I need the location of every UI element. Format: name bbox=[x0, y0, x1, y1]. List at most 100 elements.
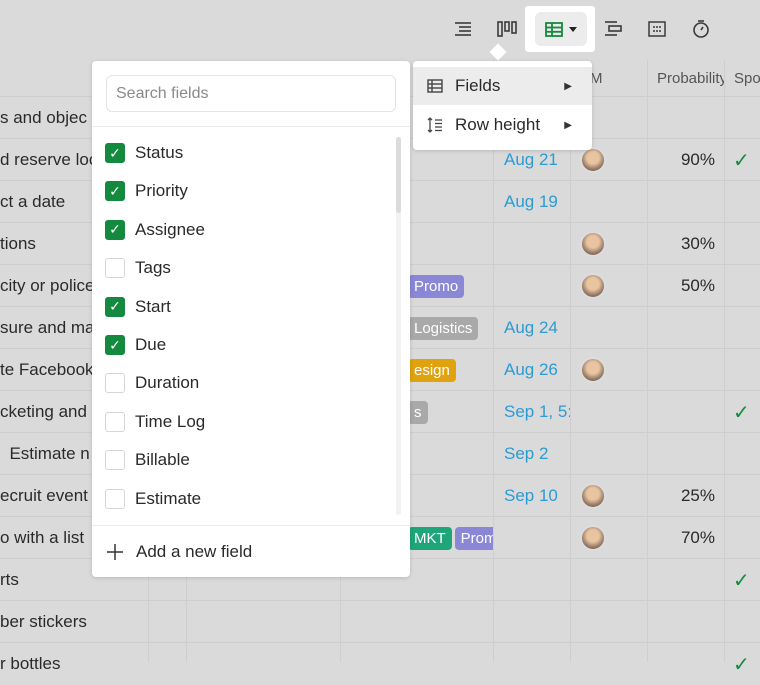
row-height-icon bbox=[427, 117, 442, 133]
fields-panel: ✓ Status ✓ Priority ✓ Assignee Tags ✓ Start ✓ Due D… bbox=[92, 61, 410, 577]
board-view-icon[interactable] bbox=[496, 18, 518, 40]
plus-icon bbox=[107, 544, 123, 560]
avatar bbox=[580, 265, 610, 307]
tags-cell[interactable]: MKT Prom bbox=[408, 517, 493, 559]
checkbox[interactable] bbox=[105, 450, 125, 471]
menu-item-fields[interactable]: Fields ▶ bbox=[413, 67, 592, 105]
checkbox[interactable] bbox=[105, 258, 125, 279]
field-option-start[interactable]: ✓ Start bbox=[105, 292, 171, 322]
probability-value[interactable]: 25% bbox=[647, 475, 715, 517]
column-divider bbox=[570, 60, 571, 662]
calendar-view-icon[interactable] bbox=[646, 18, 668, 40]
table-view-button[interactable] bbox=[535, 12, 587, 46]
due-date[interactable]: Aug 24 bbox=[504, 307, 570, 349]
avatar-image bbox=[580, 525, 606, 551]
checkbox[interactable] bbox=[105, 488, 125, 509]
search-fields-input[interactable] bbox=[106, 75, 396, 112]
menu-item-label: Row height bbox=[455, 115, 541, 134]
checkbox[interactable]: ✓ bbox=[105, 296, 125, 317]
field-option-tags[interactable]: Tags bbox=[105, 253, 171, 283]
probability-value[interactable]: 70% bbox=[647, 517, 715, 559]
field-label: Start bbox=[135, 296, 171, 316]
scrollbar-thumb[interactable] bbox=[396, 137, 401, 213]
checkbox[interactable] bbox=[105, 411, 125, 432]
chevron-right-icon: ▶ bbox=[564, 80, 572, 92]
tag-badge: Logistics bbox=[408, 316, 479, 340]
checkbox[interactable] bbox=[105, 373, 125, 394]
field-option-billable[interactable]: Billable bbox=[105, 445, 190, 475]
field-label: Priority bbox=[135, 181, 188, 201]
due-date[interactable]: Sep 2 bbox=[504, 433, 570, 475]
field-label: Due bbox=[135, 335, 167, 354]
tag-badge: esign bbox=[408, 358, 456, 382]
checkbox[interactable]: ✓ bbox=[105, 335, 125, 355]
chevron-down-icon bbox=[569, 26, 577, 32]
field-label: Billable bbox=[135, 450, 190, 470]
stopwatch-icon[interactable] bbox=[690, 18, 712, 40]
gantt-view-icon[interactable] bbox=[602, 18, 624, 40]
avatar-image bbox=[580, 231, 606, 257]
avatar bbox=[580, 349, 610, 391]
field-label: Status bbox=[135, 143, 184, 162]
probability-value[interactable]: 90% bbox=[647, 139, 715, 181]
due-date[interactable]: Aug 26 bbox=[504, 349, 570, 391]
add-field-label: Add a new field bbox=[136, 542, 253, 561]
column-divider bbox=[724, 60, 725, 662]
probability-value[interactable]: 50% bbox=[647, 265, 715, 307]
field-option-assignee[interactable]: ✓ Assignee bbox=[105, 215, 205, 245]
due-date[interactable]: Aug 19 bbox=[504, 181, 570, 223]
field-label: Time Log bbox=[135, 411, 206, 431]
avatar-image bbox=[580, 273, 606, 299]
menu-item-label: Fields bbox=[455, 76, 501, 95]
avatar bbox=[580, 223, 610, 265]
table-icon bbox=[427, 79, 443, 93]
avatar bbox=[580, 475, 610, 517]
check-icon: ✓ bbox=[733, 149, 750, 172]
table-row[interactable]: r bottles ✓ bbox=[0, 642, 760, 684]
column-header-sponsor[interactable]: Spo bbox=[724, 60, 760, 96]
check-icon: ✓ bbox=[733, 653, 750, 676]
checkbox[interactable]: ✓ bbox=[105, 219, 125, 240]
avatar bbox=[580, 517, 610, 559]
scrollbar[interactable] bbox=[396, 137, 401, 515]
check-icon: ✓ bbox=[733, 569, 750, 592]
task-title[interactable]: ber stickers bbox=[0, 601, 148, 643]
column-header-probability[interactable]: Probability bbox=[647, 60, 724, 96]
tags-cell[interactable]: Promo bbox=[408, 265, 493, 307]
tags-cell[interactable]: Logistics bbox=[408, 307, 493, 349]
due-date[interactable]: Sep 10 bbox=[504, 475, 570, 517]
add-field-button[interactable]: Add a new field bbox=[106, 537, 252, 567]
field-option-due[interactable]: ✓ Due bbox=[105, 330, 166, 360]
field-option-estimate[interactable]: Estimate bbox=[105, 484, 201, 514]
avatar-image bbox=[580, 147, 606, 173]
popover-caret bbox=[489, 43, 507, 61]
tag-badge: s bbox=[408, 400, 428, 424]
divider bbox=[92, 126, 410, 127]
checkbox[interactable]: ✓ bbox=[105, 181, 125, 202]
field-label: Estimate bbox=[135, 488, 202, 508]
chevron-right-icon: ▶ bbox=[564, 119, 572, 131]
due-date[interactable]: Sep 1, 5: bbox=[504, 391, 570, 433]
task-title[interactable]: r bottles bbox=[0, 643, 148, 685]
field-option-status[interactable]: ✓ Status bbox=[105, 138, 183, 168]
divider bbox=[92, 525, 410, 526]
tags-cell[interactable]: esign bbox=[408, 349, 493, 391]
menu-item-row-height[interactable]: Row height ▶ bbox=[413, 106, 592, 144]
tag-badge: Promo bbox=[408, 274, 465, 298]
checkbox[interactable]: ✓ bbox=[105, 143, 125, 163]
table-icon bbox=[545, 21, 563, 37]
probability-value[interactable]: 30% bbox=[647, 223, 715, 265]
tag-badge: Prom bbox=[454, 526, 493, 550]
list-view-icon[interactable] bbox=[452, 18, 474, 40]
check-icon: ✓ bbox=[733, 401, 750, 424]
column-divider bbox=[493, 60, 494, 662]
field-label: Tags bbox=[135, 258, 171, 278]
field-option-time-log[interactable]: Time Log bbox=[105, 407, 205, 437]
view-options-menu: Fields ▶ Row height ▶ bbox=[413, 61, 592, 150]
table-row[interactable]: ber stickers bbox=[0, 600, 760, 642]
field-option-priority[interactable]: ✓ Priority bbox=[105, 176, 188, 206]
field-label: Assignee bbox=[135, 219, 205, 239]
field-option-duration[interactable]: Duration bbox=[105, 368, 199, 398]
tags-cell[interactable]: s bbox=[408, 391, 493, 433]
avatar-image bbox=[580, 357, 606, 383]
